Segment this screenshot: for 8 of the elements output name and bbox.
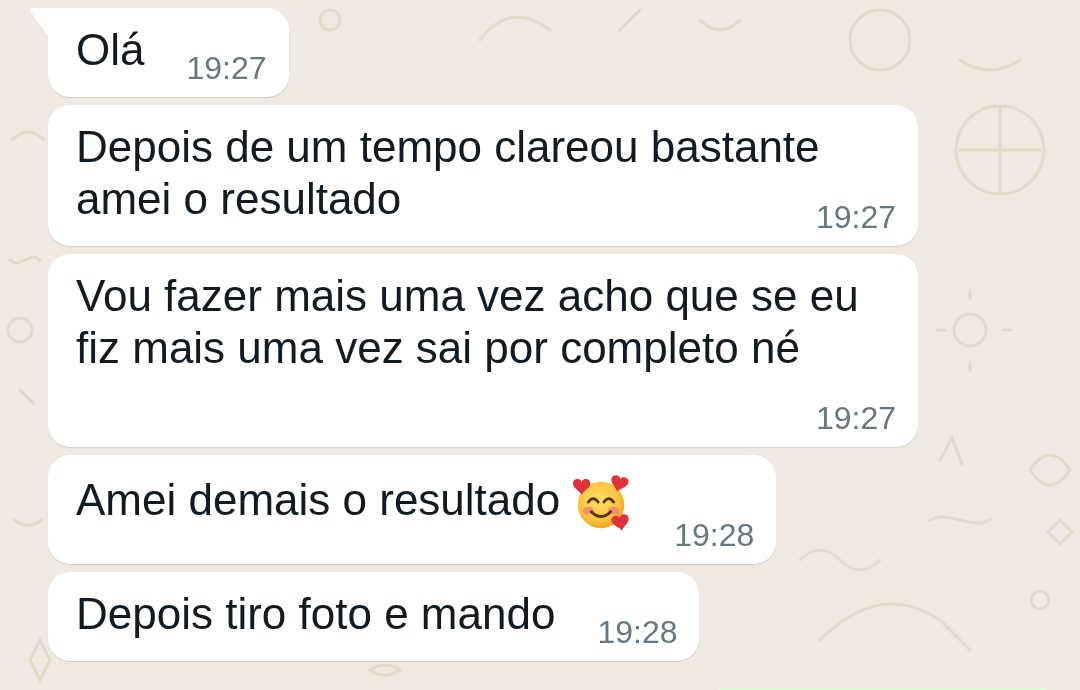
message-time: 19:27 [186,50,267,86]
message-time: 19:28 [674,517,755,553]
message-text: Depois tiro foto e mando [76,589,556,638]
message-time: 19:27 [815,400,896,436]
message-time: 19:28 [597,614,678,650]
message-text: Amei demais o resultado [76,475,561,524]
message-text: Vou fazer mais uma vez acho que se eu fiz mais uma vez sai por completo né [76,271,859,372]
message-text: Olá [76,25,145,74]
